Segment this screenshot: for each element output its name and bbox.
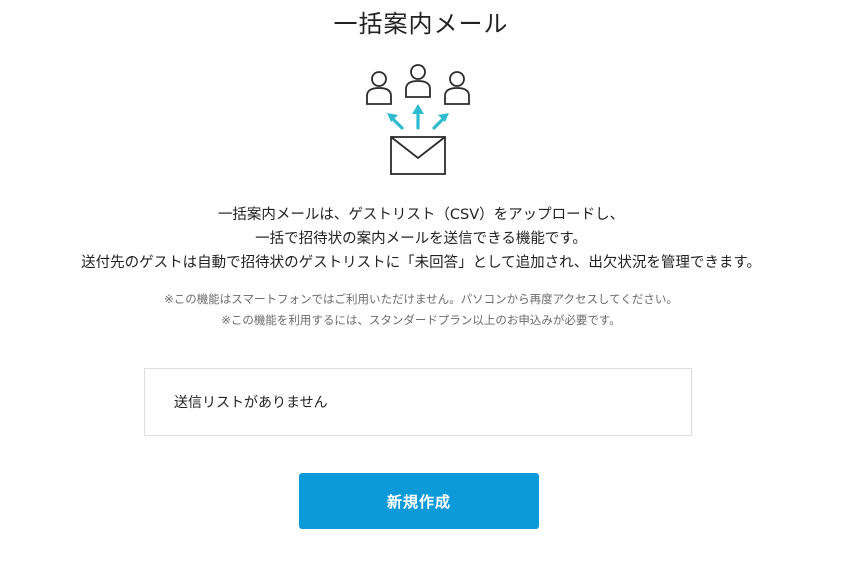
feature-description: 一括案内メールは、ゲストリスト（CSV）をアップロードし、 一括で招待状の案内メ… bbox=[0, 203, 842, 275]
page: 一括案内メール 一括案内メールは、ゲストリスト（CSV）をアップロードし、 一括… bbox=[0, 0, 842, 563]
empty-list-message: 送信リストがありません bbox=[174, 395, 328, 411]
person-icon bbox=[444, 71, 470, 105]
feature-notes: ※この機能はスマートフォンではご利用いただけません。パソコンから再度アクセスして… bbox=[0, 289, 842, 331]
page-title: 一括案内メール bbox=[333, 10, 509, 38]
note-line: ※この機能を利用するには、スタンダードプラン以上のお申込みが必要です。 bbox=[221, 313, 621, 327]
arrow-up-right-icon bbox=[432, 113, 449, 130]
envelope-icon bbox=[390, 136, 446, 175]
person-icon bbox=[366, 71, 392, 105]
send-list-panel: 送信リストがありません bbox=[144, 368, 692, 436]
arrow-up-left-icon bbox=[387, 113, 404, 130]
person-icon bbox=[405, 64, 431, 98]
note-line: ※この機能はスマートフォンではご利用いただけません。パソコンから再度アクセスして… bbox=[164, 292, 678, 306]
description-line: 送付先のゲストは自動で招待状のゲストリストに「未回答」として追加され、出欠状況を… bbox=[81, 255, 761, 271]
description-line: 一括で招待状の案内メールを送信できる機能です。 bbox=[255, 231, 587, 247]
arrow-up-icon bbox=[412, 104, 424, 130]
create-new-button[interactable]: 新規作成 bbox=[299, 473, 539, 529]
description-line: 一括案内メールは、ゲストリスト（CSV）をアップロードし、 bbox=[217, 207, 625, 223]
bulk-mail-illustration bbox=[366, 64, 470, 175]
